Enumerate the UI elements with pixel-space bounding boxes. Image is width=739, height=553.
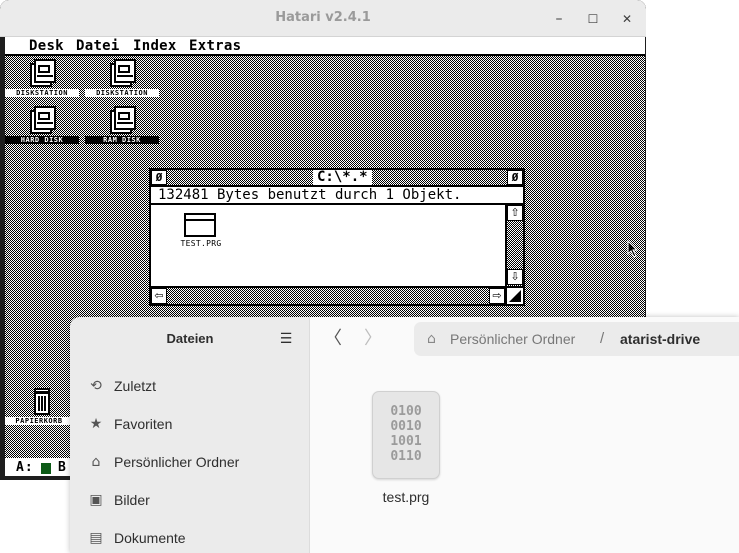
gem-close-box[interactable]: Ø: [151, 170, 167, 185]
resize-icon: [509, 290, 521, 302]
gem-info-line: 132481 Bytes benutzt durch 1 Objekt.: [151, 187, 523, 205]
sidebar-item-label: Bilder: [114, 492, 150, 508]
menu-desk[interactable]: Desk: [29, 38, 64, 54]
image-icon: ▣: [89, 492, 103, 508]
sidebar-item-label: Dokumente: [114, 530, 186, 546]
drive-a-label: A:: [16, 460, 34, 475]
files-header: 〈 〉 ⌂ Persönlicher Ordner / atarist-driv…: [311, 317, 739, 363]
gem-content[interactable]: TEST.PRG: [151, 205, 505, 286]
home-icon: ⌂: [427, 331, 436, 347]
scroll-up-arrow-icon[interactable]: ⇧: [507, 205, 523, 221]
desktop-icon-ram-disk[interactable]: RAM DISK: [85, 105, 159, 151]
sidebar-title: Dateien: [166, 331, 214, 346]
binary-file-icon: 0100 0010 1001 0110: [372, 391, 440, 479]
desktop-icon-label: DISKSTATION: [85, 89, 159, 97]
sidebar-item-pictures[interactable]: ▣ Bilder: [78, 483, 302, 517]
sidebar-item-favorites[interactable]: ★ Favoriten: [78, 407, 302, 441]
scroll-down-arrow-icon[interactable]: ⇩: [507, 269, 523, 285]
files-window: Dateien ☰ ⟲ Zuletzt ★ Favoriten ⌂ Persön…: [70, 317, 739, 553]
drive-a-led: [41, 463, 51, 474]
mouse-pointer-icon: [627, 240, 639, 258]
gem-size-box[interactable]: [505, 286, 523, 304]
trash-can-icon: [34, 388, 50, 415]
star-icon: ★: [89, 416, 103, 432]
desktop-icon-floppy-a[interactable]: DISKSTATION: [5, 58, 79, 104]
hamburger-menu-icon[interactable]: ☰: [278, 331, 294, 347]
drive-b-label: B: [58, 460, 66, 475]
desktop-icon-label: PAPIERKORB: [5, 417, 73, 425]
program-file-icon: [184, 213, 216, 237]
back-button[interactable]: 〈: [321, 328, 345, 352]
gem-titlebar[interactable]: Ø C:\*.* Ø: [151, 170, 523, 187]
gem-file-icon[interactable]: TEST.PRG: [173, 213, 229, 257]
floppy-cabinet-icon: [30, 59, 56, 87]
desktop-icon-label: HARD DISK: [5, 136, 79, 144]
gem-window-title: C:\*.*: [313, 170, 372, 185]
sidebar-item-label: Zuletzt: [114, 378, 157, 394]
clock-icon: ⟲: [90, 378, 102, 394]
path-bar: ⌂ Persönlicher Ordner / atarist-drive: [414, 322, 739, 356]
maximize-button[interactable]: ☐: [583, 9, 603, 29]
sidebar-item-recent[interactable]: ⟲ Zuletzt: [78, 369, 302, 403]
files-sidebar: Dateien ☰ ⟲ Zuletzt ★ Favoriten ⌂ Persön…: [70, 317, 310, 553]
desktop-icon-floppy-b[interactable]: DISKSTATION: [85, 58, 159, 104]
sidebar-item-label: Persönlicher Ordner: [114, 454, 240, 470]
desktop-icon-trash[interactable]: PAPIERKORB: [5, 386, 73, 432]
binary-file-thumb: 0100 0010 1001 0110: [390, 404, 422, 464]
gem-window[interactable]: Ø C:\*.* Ø 132481 Bytes benutzt durch 1 …: [149, 168, 525, 306]
floppy-cabinet-icon: [110, 59, 136, 87]
gem-file-name: TEST.PRG: [180, 239, 222, 248]
screen: Hatari v2.4.1 – ☐ ✕ Desk Datei Index Ext…: [0, 0, 739, 553]
sidebar-item-home[interactable]: ⌂ Persönlicher Ordner: [78, 445, 302, 479]
forward-button[interactable]: 〉: [361, 328, 385, 352]
sidebar-item-documents[interactable]: ▤ Dokumente: [78, 521, 302, 553]
gem-full-box[interactable]: Ø: [507, 170, 523, 185]
desktop-icon-label: RAM DISK: [85, 136, 159, 144]
drive-cabinet-icon: [30, 106, 56, 134]
hatari-titlebar[interactable]: Hatari v2.4.1 – ☐ ✕: [0, 0, 646, 37]
atari-menubar: Desk Datei Index Extras: [5, 37, 645, 56]
gem-vertical-scrollbar[interactable]: ⇧ ⇩: [505, 205, 523, 288]
close-button[interactable]: ✕: [617, 9, 637, 29]
scroll-right-arrow-icon[interactable]: ⇨: [489, 288, 505, 304]
breadcrumb-separator: /: [600, 330, 605, 347]
desktop-icon-hard-disk[interactable]: HARD DISK: [5, 105, 79, 151]
breadcrumb-current[interactable]: atarist-drive: [620, 331, 700, 347]
sidebar-item-label: Favoriten: [114, 416, 173, 432]
home-icon: ⌂: [91, 454, 101, 470]
minimize-button[interactable]: –: [549, 9, 569, 29]
desktop-icon-label: DISKSTATION: [5, 89, 79, 97]
menu-index[interactable]: Index: [133, 38, 177, 54]
file-name: test.prg: [382, 489, 430, 505]
drive-cabinet-icon: [110, 106, 136, 134]
gem-horizontal-scrollbar[interactable]: ⇦ ⇨: [151, 286, 505, 304]
file-item[interactable]: 0100 0010 1001 0110 test.prg: [368, 389, 448, 509]
menu-extras[interactable]: Extras: [189, 38, 241, 54]
document-icon: ▤: [89, 530, 103, 546]
scroll-left-arrow-icon[interactable]: ⇦: [151, 288, 167, 304]
breadcrumb-home[interactable]: Persönlicher Ordner: [450, 331, 575, 347]
menu-datei[interactable]: Datei: [76, 38, 120, 54]
